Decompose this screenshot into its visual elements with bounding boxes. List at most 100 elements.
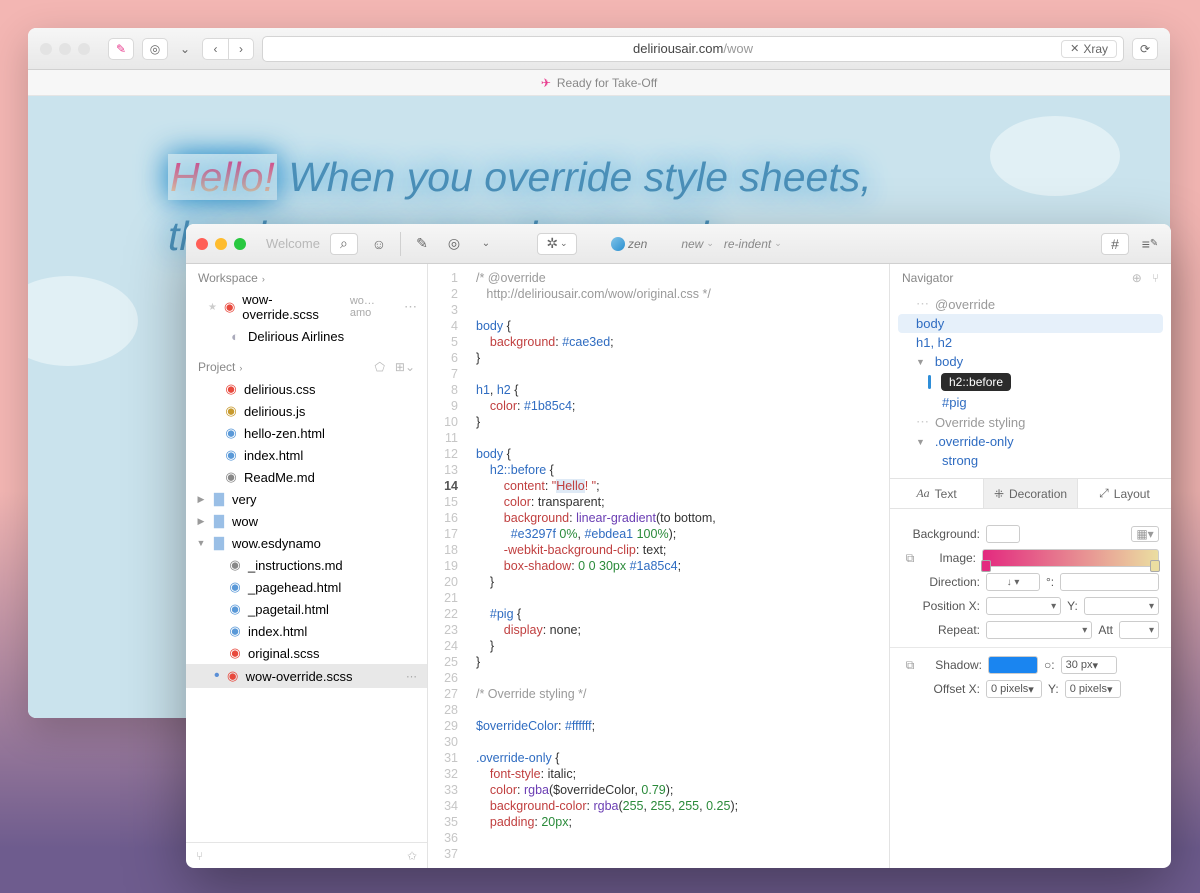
sidebar-footer: ⑂ ✩ — [186, 842, 427, 868]
file-item[interactable]: ◉original.scss — [186, 642, 427, 664]
editor-traffic-lights[interactable] — [196, 238, 246, 250]
file-item[interactable]: ◉index.html — [186, 620, 427, 642]
site-icon: ◐ — [228, 328, 242, 344]
xray-button[interactable]: ✕Xray — [1061, 40, 1117, 58]
offset-y-input[interactable]: 0 pixels ▾ — [1065, 680, 1121, 698]
nav-item[interactable]: body — [898, 314, 1163, 333]
html-file-icon: ◉ — [228, 601, 242, 617]
reindent-dropdown[interactable]: re-indent⌄ — [724, 237, 782, 251]
target-icon[interactable]: ◎ — [142, 38, 168, 60]
app-icon[interactable]: ✎ — [411, 233, 433, 255]
folder-item[interactable]: ▶▇wow — [186, 510, 427, 532]
position-row: Position X: ▾ Y: ▾ — [902, 597, 1159, 615]
file-item[interactable]: ◉_instructions.md — [186, 554, 427, 576]
filter-icon[interactable]: ⑂ — [196, 849, 203, 863]
html-file-icon: ◉ — [228, 623, 242, 639]
stack-icon[interactable]: ⧉ — [902, 657, 918, 673]
file-item[interactable]: ◉delirious.js — [186, 400, 427, 422]
css-file-icon: ◉ — [228, 645, 242, 661]
status-text: Ready for Take-Off — [557, 76, 657, 90]
folder-item[interactable]: ▼▇wow.esdynamo — [186, 532, 427, 554]
folder-icon: ▇ — [212, 535, 226, 551]
file-item[interactable]: ◉_pagehead.html — [186, 576, 427, 598]
css-file-icon: ◉ — [224, 381, 238, 397]
repeat-select[interactable]: ▾ — [986, 621, 1092, 639]
smiley-icon[interactable]: ☺ — [368, 233, 390, 255]
zen-dropdown[interactable]: zen — [611, 237, 647, 251]
stack-icon[interactable]: ⧉ — [902, 550, 918, 566]
workspace-header[interactable]: Workspace› — [186, 264, 427, 289]
html-file-icon: ◉ — [224, 447, 238, 463]
add-icon[interactable]: ⊕ — [1132, 271, 1142, 285]
direction-select[interactable]: ↓ ▾ — [986, 573, 1040, 591]
gradient-stop-start[interactable] — [981, 560, 991, 572]
folder-item[interactable]: ▶▇very — [186, 488, 427, 510]
grid-icon[interactable]: ⊞⌄ — [395, 360, 415, 374]
gradient-editor[interactable] — [982, 549, 1159, 567]
shadow-blur-input[interactable]: 30 px ▾ — [1061, 656, 1117, 674]
search-icon[interactable]: ⌕ — [330, 233, 358, 255]
nav-item[interactable]: h2::before — [898, 371, 1163, 393]
reload-button[interactable]: ⟳ — [1132, 38, 1158, 60]
posy-select[interactable]: ▾ — [1084, 597, 1159, 615]
workspace-subitem[interactable]: ◐ Delirious Airlines — [186, 325, 427, 347]
tab-decoration[interactable]: ⁜Decoration — [984, 479, 1078, 508]
folder-icon: ▇ — [212, 513, 226, 529]
star-outline-icon[interactable]: ✩ — [407, 849, 417, 863]
file-item[interactable]: •◉wow-override.scss⋯ — [186, 664, 427, 688]
att-select[interactable]: ▾ — [1119, 621, 1159, 639]
nav-item[interactable]: h1, h2 — [898, 333, 1163, 352]
navigator-header: Navigator ⊕⑂ — [890, 264, 1171, 292]
editor-toolbar: Welcome ⌕ ☺ ✎ ◎ ⌄ ✲ ⌄ zen new⌄ re-indent… — [186, 224, 1171, 264]
shadow-color[interactable] — [988, 656, 1038, 674]
dropdown-icon[interactable]: ⌄ — [176, 38, 194, 60]
settings-icon[interactable]: ≡✎ — [1139, 233, 1161, 255]
target-icon[interactable]: ◎ — [443, 233, 465, 255]
posx-select[interactable]: ▾ — [986, 597, 1061, 615]
nav-item[interactable]: ▼.override-only — [898, 432, 1163, 451]
html-file-icon: ◉ — [228, 579, 242, 595]
new-dropdown[interactable]: new⌄ — [681, 237, 714, 251]
tab-text[interactable]: AaText — [890, 479, 984, 508]
url-domain: deliriousair.com — [633, 41, 723, 56]
dropdown-icon[interactable]: ⌄ — [475, 233, 497, 255]
nav-item[interactable]: ⋯Override styling — [898, 412, 1163, 432]
nav-item[interactable]: #pig — [898, 393, 1163, 412]
nav-item[interactable]: strong — [898, 451, 1163, 470]
inspector: AaText ⁜Decoration ⤢Layout Background: ▦… — [890, 478, 1171, 710]
shape-icon[interactable]: ⬠ — [374, 360, 384, 374]
direction-row: Direction: ↓ ▾ °: — [902, 573, 1159, 591]
forward-button[interactable]: › — [228, 38, 254, 60]
gear-button[interactable]: ✲ ⌄ — [537, 233, 577, 255]
code-content[interactable]: /* @override http://deliriousair.com/wow… — [466, 264, 889, 868]
tab-layout[interactable]: ⤢Layout — [1078, 479, 1171, 508]
workspace-file[interactable]: ★ ◉ wow-override.scss wo…amo ⋯ — [186, 289, 427, 325]
file-item[interactable]: ◉_pagetail.html — [186, 598, 427, 620]
file-item[interactable]: ◉hello-zen.html — [186, 422, 427, 444]
bg-swatch[interactable] — [986, 525, 1020, 543]
angle-input[interactable] — [1060, 573, 1159, 591]
code-editor[interactable]: 1234567891011121314151617181920212223242… — [428, 264, 889, 868]
editor-title: Welcome — [266, 236, 320, 251]
browser-traffic-lights[interactable] — [40, 43, 90, 55]
app-icon[interactable]: ✎ — [108, 38, 134, 60]
editor-window: Welcome ⌕ ☺ ✎ ◎ ⌄ ✲ ⌄ zen new⌄ re-indent… — [186, 224, 1171, 868]
offset-x-input[interactable]: 0 pixels ▾ — [986, 680, 1042, 698]
nav-item[interactable]: ⋯@override — [898, 294, 1163, 314]
html-file-icon: ◉ — [224, 425, 238, 441]
repeat-row: Repeat: ▾ Att ▾ — [902, 621, 1159, 639]
filter-icon[interactable]: ⑂ — [1152, 271, 1159, 285]
file-item[interactable]: ◉index.html — [186, 444, 427, 466]
nav-back-forward: ‹ › — [202, 38, 254, 60]
file-item[interactable]: ◉delirious.css — [186, 378, 427, 400]
url-bar[interactable]: deliriousair.com/wow ✕Xray — [262, 36, 1124, 62]
file-item[interactable]: ◉ReadMe.md — [186, 466, 427, 488]
back-button[interactable]: ‹ — [202, 38, 228, 60]
nav-item[interactable]: ▼body — [898, 352, 1163, 371]
browser-status-bar: ✈ Ready for Take-Off — [28, 70, 1170, 96]
gradient-stop-end[interactable] — [1150, 560, 1160, 572]
folder-icon: ▇ — [212, 491, 226, 507]
bg-more-icon[interactable]: ▦▾ — [1131, 526, 1159, 542]
hash-button[interactable]: # — [1101, 233, 1129, 255]
project-header[interactable]: Project› ⬠⊞⌄ — [186, 353, 427, 378]
